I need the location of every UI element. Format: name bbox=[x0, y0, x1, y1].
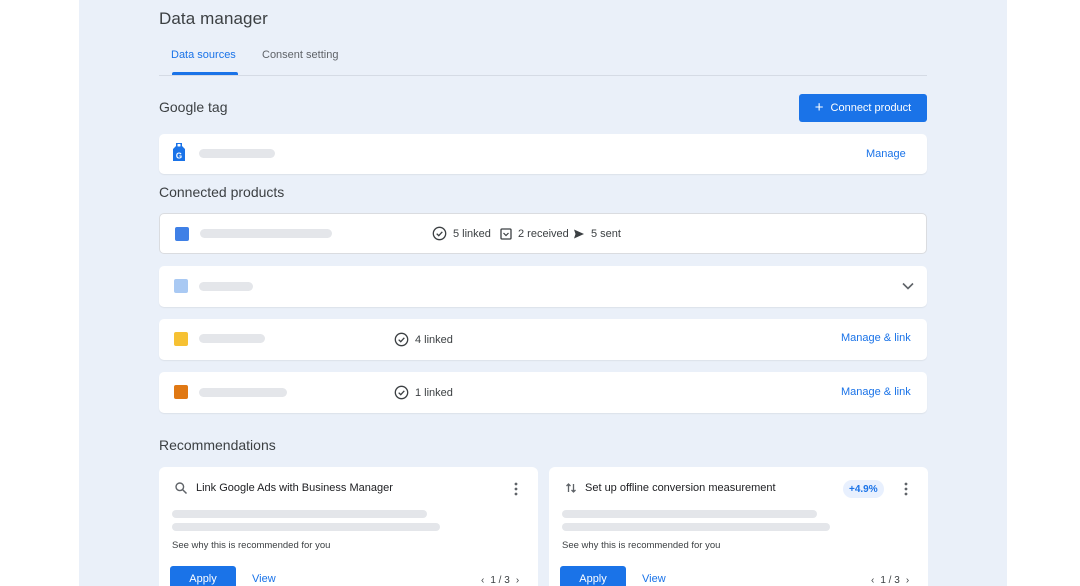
linked-count: 5 linked bbox=[453, 227, 491, 240]
google-tag-row: G Manage bbox=[159, 134, 927, 174]
linked-stat: 1 linked bbox=[394, 372, 453, 413]
tab-consent-setting[interactable]: Consent setting bbox=[262, 49, 338, 61]
product-name-placeholder bbox=[199, 334, 265, 343]
view-link[interactable]: View bbox=[642, 573, 666, 585]
apply-button[interactable]: Apply bbox=[560, 566, 626, 586]
connected-product-row[interactable]: 1 linked Manage & link bbox=[159, 372, 927, 413]
manage-and-link-link[interactable]: Manage & link bbox=[841, 386, 911, 398]
search-icon bbox=[175, 482, 188, 495]
recommendation-pager: ‹ 1 / 3 › bbox=[481, 575, 519, 586]
tab-bar: Data sources Consent setting bbox=[159, 40, 927, 76]
connected-product-row[interactable]: 4 linked Manage & link bbox=[159, 319, 927, 360]
linked-stat: 4 linked bbox=[394, 319, 453, 360]
linked-count: 1 linked bbox=[415, 386, 453, 399]
active-tab-indicator bbox=[172, 72, 238, 75]
product-name-placeholder bbox=[200, 229, 332, 238]
more-vert-icon[interactable] bbox=[901, 481, 911, 497]
product-color-swatch bbox=[174, 332, 188, 346]
received-count: 2 received bbox=[518, 227, 569, 240]
pager-label: 1 / 3 bbox=[880, 575, 900, 586]
recommendation-card: Set up offline conversion measurement +4… bbox=[549, 467, 928, 586]
chevron-down-icon[interactable] bbox=[901, 279, 915, 293]
product-color-swatch bbox=[175, 227, 189, 241]
check-circle-icon bbox=[432, 226, 447, 241]
google-tag-heading: Google tag bbox=[159, 99, 228, 115]
connected-product-row[interactable]: 5 linked 2 received 5 sent bbox=[159, 213, 927, 254]
check-circle-icon bbox=[394, 332, 409, 347]
svg-text:G: G bbox=[176, 152, 182, 161]
received-stat: 2 received bbox=[500, 214, 569, 253]
tag-name-placeholder bbox=[199, 149, 275, 158]
sort-arrows-icon bbox=[566, 483, 576, 493]
data-manager-panel: Data manager Data sources Consent settin… bbox=[79, 0, 1007, 586]
product-color-swatch bbox=[174, 385, 188, 399]
recommendation-card: Link Google Ads with Business Manager Se… bbox=[159, 467, 538, 586]
inbox-icon bbox=[500, 227, 512, 240]
google-tag-icon: G bbox=[173, 143, 185, 161]
recommendation-note[interactable]: See why this is recommended for you bbox=[562, 540, 720, 551]
chevron-right-icon[interactable]: › bbox=[516, 575, 519, 586]
uplift-badge: +4.9% bbox=[843, 480, 884, 498]
plus-icon: + bbox=[814, 99, 824, 116]
chevron-left-icon[interactable]: ‹ bbox=[871, 575, 874, 586]
check-circle-icon bbox=[394, 385, 409, 400]
connected-product-row[interactable] bbox=[159, 266, 927, 307]
chevron-right-icon[interactable]: › bbox=[906, 575, 909, 586]
recommendation-text-placeholder bbox=[172, 510, 427, 518]
recommendation-text-placeholder bbox=[562, 510, 817, 518]
product-name-placeholder bbox=[199, 282, 253, 291]
linked-count: 4 linked bbox=[415, 333, 453, 346]
connected-products-heading: Connected products bbox=[159, 184, 285, 200]
recommendation-text-placeholder bbox=[172, 523, 440, 531]
chevron-left-icon[interactable]: ‹ bbox=[481, 575, 484, 586]
tab-data-sources[interactable]: Data sources bbox=[171, 49, 236, 61]
sent-stat: 5 sent bbox=[573, 214, 621, 253]
recommendations-heading: Recommendations bbox=[159, 437, 276, 453]
recommendation-title: Set up offline conversion measurement bbox=[585, 482, 776, 494]
send-icon bbox=[574, 229, 584, 238]
recommendation-text-placeholder bbox=[562, 523, 830, 531]
view-link[interactable]: View bbox=[252, 573, 276, 585]
linked-stat: 5 linked bbox=[432, 214, 491, 253]
recommendation-pager: ‹ 1 / 3 › bbox=[871, 575, 909, 586]
connect-product-label: Connect product bbox=[830, 102, 912, 114]
page-title: Data manager bbox=[159, 9, 268, 28]
more-vert-icon[interactable] bbox=[511, 481, 521, 497]
manage-link[interactable]: Manage bbox=[866, 148, 906, 160]
recommendation-title: Link Google Ads with Business Manager bbox=[196, 482, 393, 494]
product-name-placeholder bbox=[199, 388, 287, 397]
manage-and-link-link[interactable]: Manage & link bbox=[841, 332, 911, 344]
pager-label: 1 / 3 bbox=[490, 575, 510, 586]
sent-count: 5 sent bbox=[591, 227, 621, 240]
recommendation-note[interactable]: See why this is recommended for you bbox=[172, 540, 330, 551]
product-color-swatch bbox=[174, 279, 188, 293]
apply-button[interactable]: Apply bbox=[170, 566, 236, 586]
connect-product-button[interactable]: + Connect product bbox=[799, 94, 927, 122]
